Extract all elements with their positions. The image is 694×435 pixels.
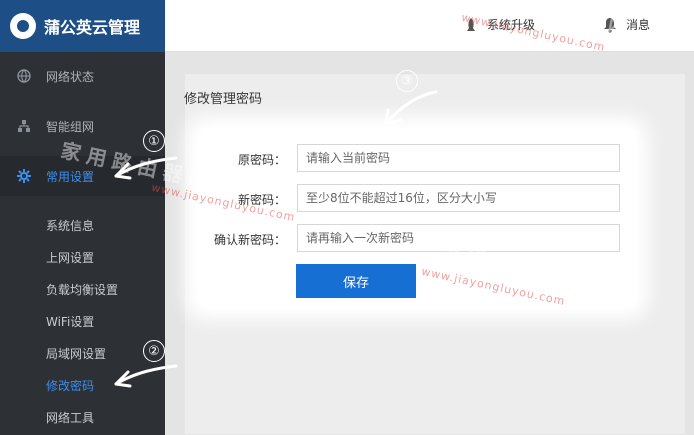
sidebar-subitem-label: 网络工具 bbox=[46, 410, 95, 425]
sidebar-subitem-label: 系统信息 bbox=[46, 218, 95, 233]
sidebar-subitem-label: 局域网设置 bbox=[46, 346, 107, 361]
sidebar-subitem-label: 负载均衡设置 bbox=[46, 282, 119, 297]
logo-bar: 蒲公英云管理 bbox=[0, 0, 165, 52]
sidebar-subitem-label: 上网设置 bbox=[46, 250, 95, 265]
annotation-arrow-2-icon bbox=[114, 364, 178, 388]
new-password-input[interactable] bbox=[297, 184, 620, 212]
page-title: 修改管理密码 bbox=[184, 92, 263, 107]
sidebar-subitem-internet-settings[interactable]: 上网设置 bbox=[0, 242, 165, 272]
app-title: 蒲公英云管理 bbox=[44, 18, 141, 37]
globe-icon bbox=[16, 68, 32, 84]
confirm-password-label: 确认新密码： bbox=[213, 233, 286, 247]
sidebar-subitem-system-info[interactable]: 系统信息 bbox=[0, 210, 165, 240]
sidebar-subitem-label: 修改密码 bbox=[46, 378, 95, 393]
old-password-input[interactable] bbox=[297, 144, 620, 172]
network-icon bbox=[16, 118, 32, 134]
sidebar-item-label: 常用设置 bbox=[46, 169, 95, 184]
save-button[interactable]: 保存 bbox=[296, 264, 416, 298]
gear-icon bbox=[16, 168, 32, 184]
annotation-arrow-3-icon bbox=[384, 90, 438, 126]
sidebar-item-network-status[interactable]: 网络状态 bbox=[0, 56, 165, 96]
sidebar-subitem-wifi-settings[interactable]: WiFi设置 bbox=[0, 306, 165, 336]
sidebar-subitem-label: WiFi设置 bbox=[46, 314, 95, 329]
logo-icon bbox=[10, 13, 36, 39]
sidebar-subitem-load-balance[interactable]: 负载均衡设置 bbox=[0, 274, 165, 304]
sidebar-subitem-network-tools[interactable]: 网络工具 bbox=[0, 402, 165, 432]
annotation-step-1: ① bbox=[143, 130, 165, 152]
sidebar-item-label: 网络状态 bbox=[46, 69, 95, 84]
sidebar-item-label: 智能组网 bbox=[46, 119, 95, 134]
